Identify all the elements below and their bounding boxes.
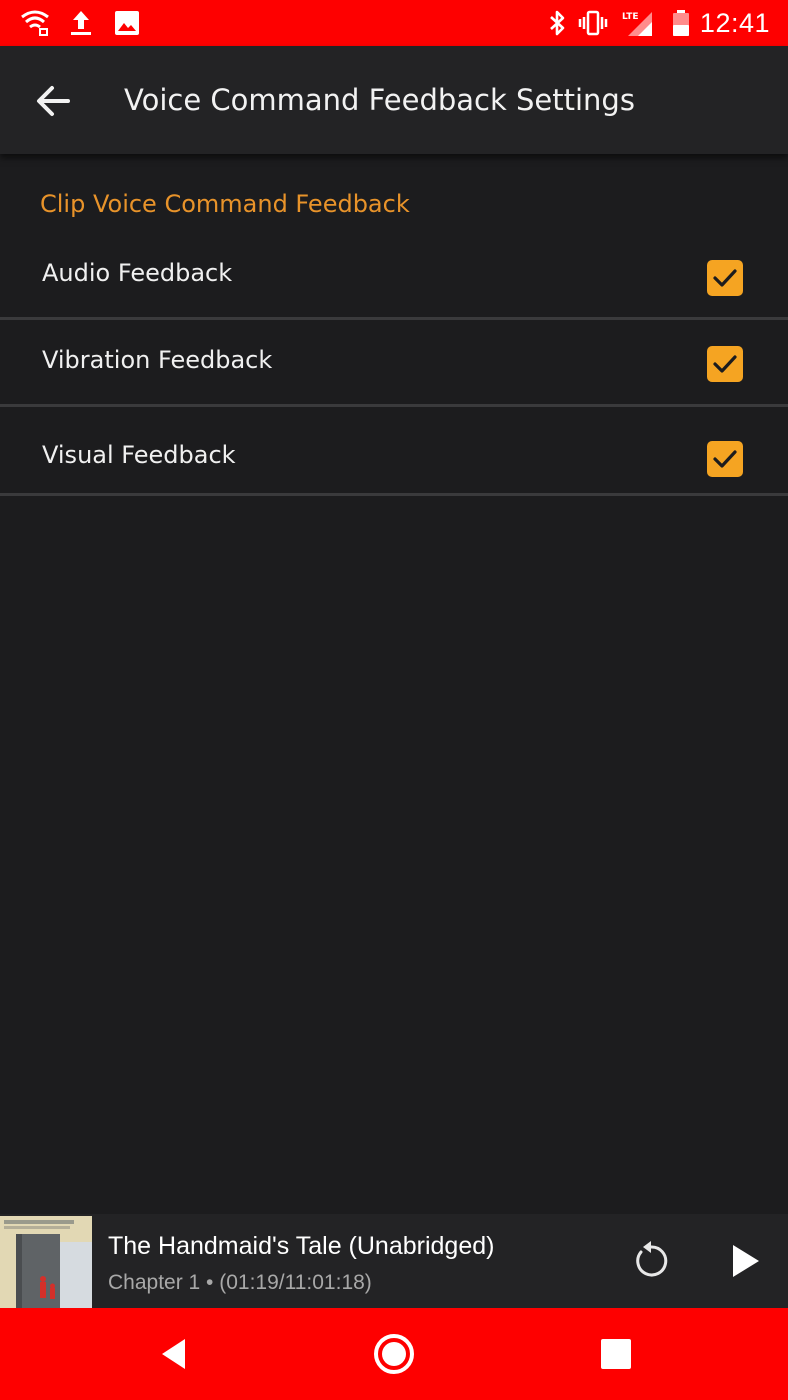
divider: [0, 493, 788, 496]
nav-home-icon[interactable]: [370, 1330, 418, 1378]
setting-label: Audio Feedback: [42, 259, 233, 287]
nav-back-icon[interactable]: [150, 1330, 198, 1378]
app-bar: Voice Command Feedback Settings: [0, 46, 788, 154]
check-icon: [713, 450, 737, 468]
setting-row-visual-feedback[interactable]: Visual Feedback: [0, 407, 788, 496]
image-icon: [112, 8, 142, 38]
book-title: The Handmaid's Tale (Unabridged): [108, 1232, 495, 1260]
page-title: Voice Command Feedback Settings: [124, 83, 635, 117]
mini-player[interactable]: The Handmaid's Tale (Unabridged) Chapter…: [0, 1214, 788, 1308]
upload-icon: [66, 8, 96, 38]
setting-row-vibration-feedback[interactable]: Vibration Feedback: [0, 320, 788, 407]
status-bar: LTE 12:41: [0, 0, 788, 46]
check-icon: [713, 269, 737, 287]
svg-text:LTE: LTE: [622, 12, 639, 22]
vibrate-icon: [578, 8, 608, 38]
setting-label: Visual Feedback: [42, 441, 236, 469]
wifi-upload-icon: [20, 8, 50, 38]
setting-row-audio-feedback[interactable]: Audio Feedback: [0, 240, 788, 320]
arrow-back-icon[interactable]: [28, 76, 78, 126]
lte-signal-icon: LTE: [622, 8, 652, 38]
status-time: 12:41: [699, 8, 770, 38]
check-icon: [713, 355, 737, 373]
section-header: Clip Voice Command Feedback: [40, 190, 410, 218]
book-cover-image[interactable]: [0, 1216, 92, 1308]
navigation-bar: [0, 1308, 788, 1400]
replay-icon[interactable]: [628, 1238, 674, 1284]
audio-feedback-checkbox[interactable]: [707, 260, 743, 296]
bluetooth-icon: [542, 8, 572, 38]
play-icon[interactable]: [722, 1238, 768, 1284]
chapter-progress: Chapter 1 • (01:19/11:01:18): [108, 1271, 372, 1294]
visual-feedback-checkbox[interactable]: [707, 441, 743, 477]
setting-label: Vibration Feedback: [42, 346, 273, 374]
vibration-feedback-checkbox[interactable]: [707, 346, 743, 382]
battery-icon: [666, 8, 696, 38]
nav-recents-icon[interactable]: [592, 1330, 640, 1378]
